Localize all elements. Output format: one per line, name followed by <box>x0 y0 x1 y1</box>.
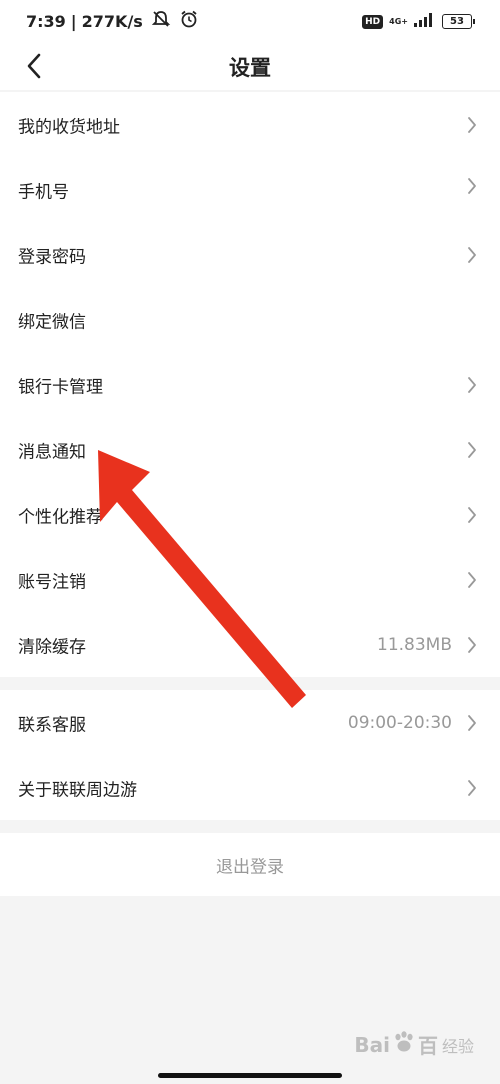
baidu-jingyan-watermark: Bai 百 经验 <box>354 1030 474 1059</box>
logout-label: 退出登录 <box>216 857 284 877</box>
status-divider: | <box>70 11 77 31</box>
status-network-speed: 277K/s <box>81 11 143 31</box>
row-phone-number[interactable]: 手机号 <box>0 157 500 222</box>
row-label: 银行卡管理 <box>18 377 103 397</box>
row-shipping-address[interactable]: 我的收货地址 <box>0 92 500 157</box>
status-time: 7:39 <box>26 11 66 31</box>
chevron-right-icon <box>468 441 476 458</box>
service-hours-value: 09:00-20:30 <box>347 712 452 733</box>
row-label: 个性化推荐 <box>18 507 103 527</box>
chevron-right-icon <box>468 376 476 393</box>
logout-button[interactable]: 退出登录 <box>0 833 500 896</box>
row-bind-wechat[interactable]: 绑定微信 <box>0 287 500 352</box>
row-label: 联系客服 <box>18 715 86 735</box>
row-label: 账号注销 <box>18 572 86 592</box>
notifications-muted-icon <box>151 10 171 32</box>
chevron-right-icon <box>468 506 476 523</box>
chevron-right-icon <box>468 116 476 133</box>
page-title: 设置 <box>229 56 271 80</box>
row-label: 登录密码 <box>18 247 86 267</box>
watermark-brand-end: 百 <box>417 1034 438 1058</box>
cache-size-value: 11.83MB <box>377 634 452 655</box>
row-message-notifications[interactable]: 消息通知 <box>0 417 500 482</box>
settings-group-account: 我的收货地址 手机号 登录密码 绑定微信 银行卡管理 消息通知 个性化推荐 账号… <box>0 92 500 677</box>
watermark-sub: 经验 <box>441 1036 474 1056</box>
row-login-password[interactable]: 登录密码 <box>0 222 500 287</box>
settings-group-support: 联系客服 09:00-20:30 关于联联周边游 <box>0 690 500 820</box>
chevron-right-icon <box>468 779 476 796</box>
row-label: 清除缓存 <box>18 637 86 657</box>
row-label: 消息通知 <box>18 442 86 462</box>
status-left: 7:39 | 277K/s <box>26 10 199 32</box>
row-label: 手机号 <box>18 182 69 202</box>
chevron-right-icon <box>468 636 476 653</box>
row-customer-service[interactable]: 联系客服 09:00-20:30 <box>0 690 500 755</box>
row-account-deletion[interactable]: 账号注销 <box>0 547 500 612</box>
row-personalized-recommendations[interactable]: 个性化推荐 <box>0 482 500 547</box>
chevron-right-icon <box>468 714 476 731</box>
chevron-right-icon <box>468 178 476 195</box>
battery-icon: 53 <box>442 14 475 29</box>
row-about-app[interactable]: 关于联联周边游 <box>0 755 500 820</box>
row-bank-card-management[interactable]: 银行卡管理 <box>0 352 500 417</box>
row-clear-cache[interactable]: 清除缓存 11.83MB <box>0 612 500 677</box>
hd-badge: HD <box>362 14 384 29</box>
alarm-clock-icon <box>179 10 199 32</box>
home-indicator[interactable] <box>158 1073 342 1078</box>
baidu-paw-icon <box>392 1031 416 1058</box>
chevron-right-icon <box>468 571 476 588</box>
row-label: 关于联联周边游 <box>18 780 137 800</box>
chevron-right-icon <box>468 246 476 263</box>
nav-bar: 设置 <box>0 42 500 90</box>
status-bar: 7:39 | 277K/s HD 4G+ 53 <box>0 0 500 42</box>
row-label: 绑定微信 <box>18 312 86 332</box>
status-right: HD 4G+ 53 <box>362 12 475 31</box>
signal-bars-icon <box>414 12 436 31</box>
watermark-brand: Bai <box>354 1032 390 1057</box>
row-label: 我的收货地址 <box>18 117 120 137</box>
network-type: 4G+ <box>389 16 408 26</box>
